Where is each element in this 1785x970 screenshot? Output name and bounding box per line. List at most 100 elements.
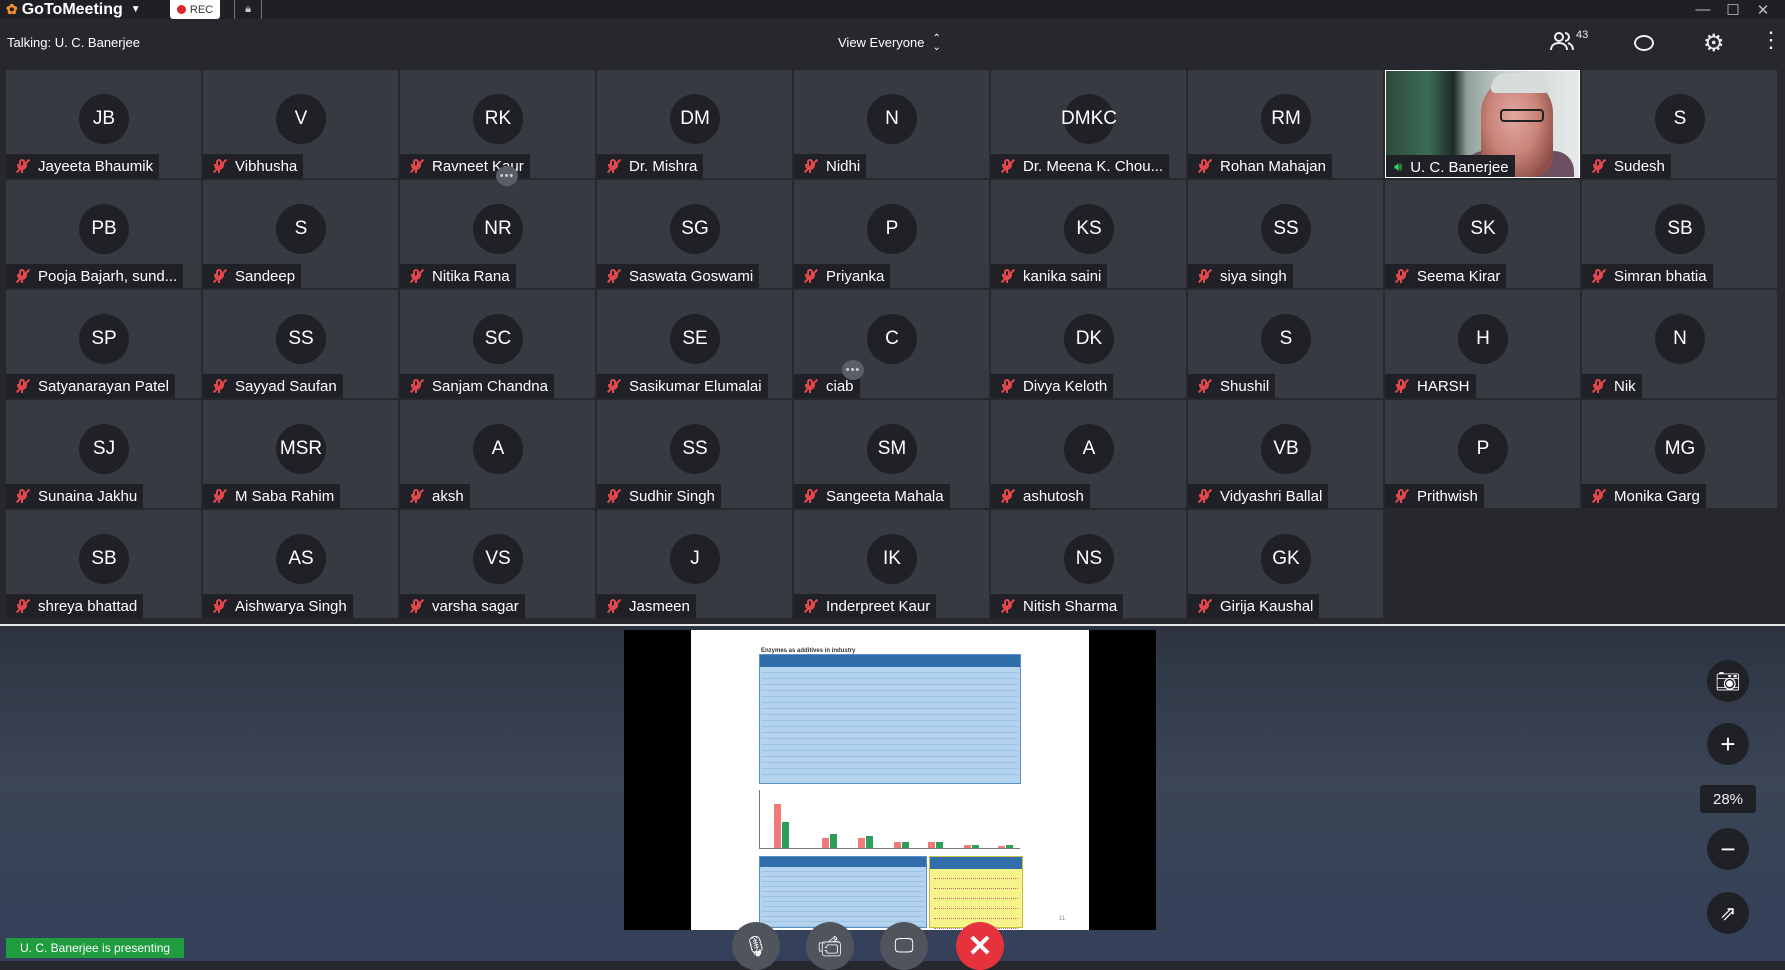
mic-muted-icon [1196,598,1213,614]
participant-tile[interactable]: AS Aishwarya Singh [203,510,398,618]
participant-tile[interactable]: JB Jayeeta Bhaumik [6,70,201,178]
participant-tile[interactable]: SS siya singh [1188,180,1383,288]
shared-screen[interactable]: Enzymes as additives in industry 11 [624,630,1156,930]
participant-tile[interactable]: J Jasmeen [597,510,792,618]
participant-tile[interactable]: S Sandeep [203,180,398,288]
close-window-button[interactable]: ✕ [1750,0,1776,19]
participant-tile[interactable]: P Priyanka [794,180,989,288]
mic-muted-icon [1590,488,1607,504]
participant-tile[interactable]: SG Saswata Goswami [597,180,792,288]
chevron-down-icon: ▼ [130,4,141,15]
mic-muted-icon [14,378,31,394]
participant-tile[interactable]: 🔊︎ U. C. Banerjee [1385,70,1580,178]
leave-meeting-button[interactable]: ✕ [956,922,1004,970]
participant-name: Shushil [1220,377,1270,395]
maximize-button[interactable]: ☐ [1720,0,1746,19]
participant-name-bar: Sayyad Saufan [203,374,343,398]
participant-tile[interactable]: RK Ravneet Kaur [400,70,595,178]
participant-tile[interactable]: SS Sudhir Singh [597,400,792,508]
avatar: DK [1064,314,1114,364]
avatar: C [867,314,917,364]
view-selector[interactable]: View Everyone ⌃ ⌄ [838,19,941,66]
avatar: N [1655,314,1705,364]
mic-muted-icon [999,158,1016,174]
participant-tile[interactable]: P Prithwish [1385,400,1580,508]
tile-more-options-icon[interactable]: ••• [496,166,518,186]
participant-tile[interactable]: Aaksh [400,400,595,508]
participant-grid: JB Jayeeta Bhaumik V Vibhusha RK Ravneet Kaur… [6,70,1777,622]
participant-tile[interactable]: DMKC Dr. Meena K. Chou... [991,70,1186,178]
app-menu[interactable]: ✿ GoToMeeting ▼ [6,0,141,19]
avatar: SC [473,314,523,364]
avatar: A [473,424,523,474]
avatar: PB [79,204,129,254]
gear-icon[interactable]: ⚙ [1703,29,1725,58]
avatar: KS [1064,204,1114,254]
participant-tile[interactable]: V Vibhusha [203,70,398,178]
participant-tile[interactable]: NR Nitika Rana [400,180,595,288]
camera-button[interactable]: 📹︎ [806,922,854,970]
tile-more-options-icon[interactable]: ••• [842,360,864,380]
participant-name: siya singh [1220,267,1287,285]
participant-tile[interactable]: SM Sangeeta Mahala [794,400,989,508]
participant-tile[interactable]: DM Dr. Mishra [597,70,792,178]
participant-tile[interactable]: H HARSH [1385,290,1580,398]
mic-muted-icon [1590,378,1607,394]
slide-bar-chart [759,790,1020,849]
participant-name: Sanjam Chandna [432,377,548,395]
participant-tile[interactable]: S Shushil [1188,290,1383,398]
participant-tile[interactable]: Cciab [794,290,989,398]
participant-tile[interactable]: GK Girija Kaushal [1188,510,1383,618]
participant-tile[interactable]: N Nidhi [794,70,989,178]
participant-tile[interactable]: VB Vidyashri Ballal [1188,400,1383,508]
microphone-button[interactable]: 🎙︎ [732,922,780,970]
participant-tile[interactable]: RM Rohan Mahajan [1188,70,1383,178]
participant-tile[interactable]: MSR M Saba Rahim [203,400,398,508]
record-button[interactable]: REC [170,0,220,19]
pop-out-button[interactable]: ⇗ [1707,892,1749,934]
zoom-out-button[interactable]: − [1707,828,1749,870]
mic-muted-icon [408,268,425,284]
record-label: REC [189,3,214,16]
participant-name: M Saba Rahim [235,487,335,505]
participant-name-bar: Sangeeta Mahala [794,484,950,508]
screen-share-button[interactable]: 🖵︎ [880,922,928,970]
screenshot-button[interactable]: 📷︎ [1707,660,1749,702]
participant-tile[interactable]: N Nik [1582,290,1777,398]
participant-tile[interactable]: SJ Sunaina Jakhu [6,400,201,508]
minimize-button[interactable]: — [1690,0,1716,19]
participant-tile[interactable]: PB Pooja Bajarh, sund... [6,180,201,288]
process-table [759,856,927,928]
participant-tile[interactable]: DK Divya Keloth [991,290,1186,398]
participant-tile[interactable]: S Sudesh [1582,70,1777,178]
participant-tile[interactable]: Aashutosh [991,400,1186,508]
participant-tile[interactable]: KS kanika saini [991,180,1186,288]
participant-name-bar: Dr. Meena K. Chou... [991,154,1170,178]
avatar: DMKC [1061,94,1117,144]
participant-tile[interactable]: IK Inderpreet Kaur [794,510,989,618]
mic-muted-icon [1393,268,1410,284]
mic-muted-icon [605,378,622,394]
participant-name-bar: varsha sagar [400,594,525,618]
lock-meeting-button[interactable]: 🔒︎ [234,0,262,20]
participant-tile[interactable]: SB Simran bhatia [1582,180,1777,288]
participant-tile[interactable]: MG Monika Garg [1582,400,1777,508]
participant-tile[interactable]: SB shreya bhattad [6,510,201,618]
more-options-icon[interactable]: ⋮ [1760,29,1782,51]
participant-tile[interactable]: SK Seema Kirar [1385,180,1580,288]
avatar: VS [473,534,523,584]
participant-tile[interactable]: SP Satyanarayan Patel [6,290,201,398]
participant-tile[interactable]: SC Sanjam Chandna [400,290,595,398]
participant-name: Nik [1614,377,1636,395]
mic-muted-icon [211,598,228,614]
mic-muted-icon [999,488,1016,504]
chat-icon[interactable] [1634,35,1654,51]
zoom-in-button[interactable]: + [1707,723,1749,765]
avatar: RK [473,94,523,144]
participant-name: Divya Keloth [1023,377,1108,395]
attendees-button[interactable]: 43 [1550,29,1588,51]
participant-tile[interactable]: NS Nitish Sharma [991,510,1186,618]
participant-tile[interactable]: SE Sasikumar Elumalai [597,290,792,398]
participant-tile[interactable]: VS varsha sagar [400,510,595,618]
participant-tile[interactable]: SS Sayyad Saufan [203,290,398,398]
